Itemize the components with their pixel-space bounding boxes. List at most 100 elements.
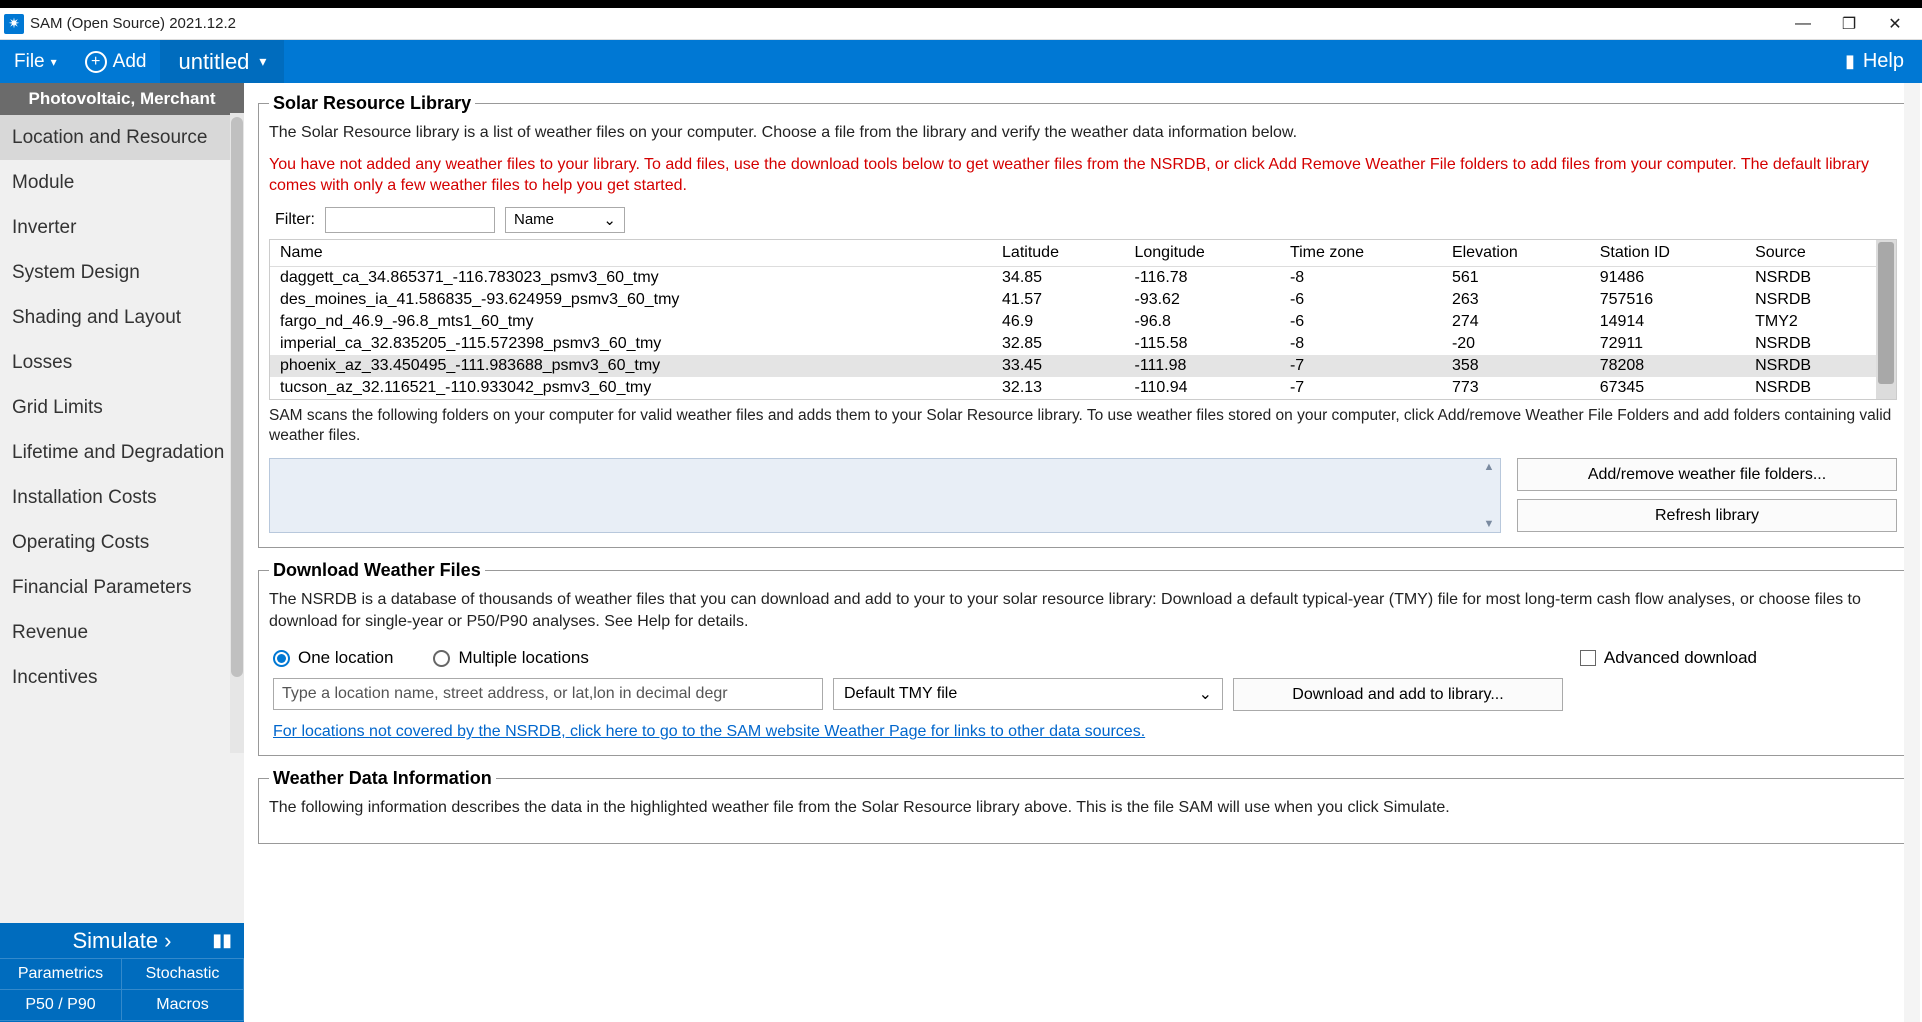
table-cell: 32.13: [992, 377, 1124, 399]
sidebar-item-financial-parameters[interactable]: Financial Parameters: [0, 565, 244, 610]
table-row[interactable]: phoenix_az_33.450495_-111.983688_psmv3_6…: [270, 355, 1876, 377]
column-header[interactable]: Source: [1745, 240, 1876, 267]
filter-field-select[interactable]: Name ⌄: [505, 207, 625, 233]
table-cell: imperial_ca_32.835205_-115.572398_psmv3_…: [270, 333, 992, 355]
library-warning: You have not added any weather files to …: [269, 154, 1897, 197]
table-cell: 14914: [1590, 311, 1745, 333]
advanced-download-checkbox[interactable]: Advanced download: [1580, 648, 1757, 668]
table-row[interactable]: tucson_az_32.116521_-110.933042_psmv3_60…: [270, 377, 1876, 399]
help-button[interactable]: ▮ Help: [1827, 40, 1922, 83]
down-arrow-icon[interactable]: ▼: [1484, 518, 1495, 530]
table-cell: 263: [1442, 289, 1590, 311]
weather-file-table: NameLatitudeLongitudeTime zoneElevationS…: [269, 239, 1897, 400]
add-button[interactable]: + Add: [71, 40, 161, 83]
sidebar-item-inverter[interactable]: Inverter: [0, 205, 244, 250]
filter-input[interactable]: [325, 207, 495, 233]
table-cell: -6: [1280, 289, 1442, 311]
sidebar-scrollbar[interactable]: [230, 113, 244, 753]
table-cell: -110.94: [1124, 377, 1279, 399]
simulate-button[interactable]: Simulate › ▮▮: [0, 923, 244, 959]
sidebar-item-shading-and-layout[interactable]: Shading and Layout: [0, 295, 244, 340]
chevron-down-icon: ⌄: [1199, 684, 1212, 704]
table-cell: 358: [1442, 355, 1590, 377]
column-header[interactable]: Name: [270, 240, 992, 267]
sidebar-item-losses[interactable]: Losses: [0, 340, 244, 385]
table-cell: phoenix_az_33.450495_-111.983688_psmv3_6…: [270, 355, 992, 377]
table-cell: -8: [1280, 266, 1442, 289]
table-cell: NSRDB: [1745, 333, 1876, 355]
sidebar-item-lifetime-and-degradation[interactable]: Lifetime and Degradation: [0, 430, 244, 475]
filter-field-value: Name: [514, 211, 554, 228]
file-menu-label: File: [14, 51, 45, 73]
table-cell: -96.8: [1124, 311, 1279, 333]
table-cell: des_moines_ia_41.586835_-93.624959_psmv3…: [270, 289, 992, 311]
column-header[interactable]: Station ID: [1590, 240, 1745, 267]
help-label: Help: [1863, 50, 1904, 73]
titlebar: ✷ SAM (Open Source) 2021.12.2 — ❐ ✕: [0, 8, 1922, 40]
column-header[interactable]: Time zone: [1280, 240, 1442, 267]
app-icon: ✷: [4, 14, 24, 34]
table-cell: -115.58: [1124, 333, 1279, 355]
one-location-radio[interactable]: One location: [273, 648, 393, 668]
scrollbar-thumb[interactable]: [1878, 242, 1894, 384]
table-cell: -20: [1442, 333, 1590, 355]
table-row[interactable]: daggett_ca_34.865371_-116.783023_psmv3_6…: [270, 266, 1876, 289]
plus-icon: +: [85, 51, 107, 73]
sidebar-item-module[interactable]: Module: [0, 160, 244, 205]
parametrics-button[interactable]: Parametrics: [0, 959, 122, 990]
scrollbar-thumb[interactable]: [231, 117, 243, 677]
location-placeholder: Type a location name, street address, or…: [282, 685, 728, 703]
minimize-button[interactable]: —: [1780, 8, 1826, 40]
sidebar-item-location-and-resource[interactable]: Location and Resource: [0, 115, 244, 160]
column-header[interactable]: Elevation: [1442, 240, 1590, 267]
location-input[interactable]: Type a location name, street address, or…: [273, 678, 823, 710]
bar-chart-icon: ▮▮: [212, 930, 232, 951]
stochastic-button[interactable]: Stochastic: [122, 959, 244, 990]
add-remove-folders-button[interactable]: Add/remove weather file folders...: [1517, 458, 1897, 491]
sidebar-item-incentives[interactable]: Incentives: [0, 655, 244, 700]
download-button[interactable]: Download and add to library...: [1233, 678, 1563, 711]
download-description: The NSRDB is a database of thousands of …: [269, 589, 1897, 632]
one-location-label: One location: [298, 648, 393, 668]
column-header[interactable]: Latitude: [992, 240, 1124, 267]
file-menu[interactable]: File ▾: [0, 40, 71, 83]
table-row[interactable]: imperial_ca_32.835205_-115.572398_psmv3_…: [270, 333, 1876, 355]
refresh-library-button[interactable]: Refresh library: [1517, 499, 1897, 532]
case-tab[interactable]: untitled ▾: [160, 40, 284, 83]
sidebar-item-revenue[interactable]: Revenue: [0, 610, 244, 655]
library-legend: Solar Resource Library: [269, 93, 475, 114]
multiple-locations-label: Multiple locations: [458, 648, 588, 668]
table-row[interactable]: fargo_nd_46.9_-96.8_mts1_60_tmy46.9-96.8…: [270, 311, 1876, 333]
table-cell: TMY2: [1745, 311, 1876, 333]
sidebar-item-installation-costs[interactable]: Installation Costs: [0, 475, 244, 520]
table-cell: 33.45: [992, 355, 1124, 377]
main-content: Solar Resource Library The Solar Resourc…: [244, 83, 1922, 1022]
table-cell: 78208: [1590, 355, 1745, 377]
table-scrollbar[interactable]: [1876, 240, 1896, 399]
folder-list-box[interactable]: ▲▼: [269, 458, 1501, 533]
radio-dot-icon: [273, 650, 290, 667]
sidebar-item-grid-limits[interactable]: Grid Limits: [0, 385, 244, 430]
close-button[interactable]: ✕: [1872, 8, 1918, 40]
content-scrollbar[interactable]: [1904, 83, 1920, 1022]
multiple-locations-radio[interactable]: Multiple locations: [433, 648, 588, 668]
download-weather-files-group: Download Weather Files The NSRDB is a da…: [258, 560, 1908, 756]
case-tab-label: untitled: [178, 49, 249, 75]
column-header[interactable]: Longitude: [1124, 240, 1279, 267]
table-row[interactable]: des_moines_ia_41.586835_-93.624959_psmv3…: [270, 289, 1876, 311]
table-cell: NSRDB: [1745, 355, 1876, 377]
simulate-panel: Simulate › ▮▮ Parametrics Stochastic P50…: [0, 923, 244, 1022]
table-cell: NSRDB: [1745, 266, 1876, 289]
sidebar-item-system-design[interactable]: System Design: [0, 250, 244, 295]
table-cell: 757516: [1590, 289, 1745, 311]
sidebar-item-operating-costs[interactable]: Operating Costs: [0, 520, 244, 565]
other-sources-link[interactable]: For locations not covered by the NSRDB, …: [273, 723, 1145, 741]
macros-button[interactable]: Macros: [122, 990, 244, 1021]
up-arrow-icon[interactable]: ▲: [1484, 461, 1495, 473]
maximize-button[interactable]: ❐: [1826, 8, 1872, 40]
table-cell: NSRDB: [1745, 289, 1876, 311]
library-description: The Solar Resource library is a list of …: [269, 122, 1897, 144]
tmy-file-select[interactable]: Default TMY file ⌄: [833, 678, 1223, 710]
p50-p90-button[interactable]: P50 / P90: [0, 990, 122, 1021]
table-cell: fargo_nd_46.9_-96.8_mts1_60_tmy: [270, 311, 992, 333]
